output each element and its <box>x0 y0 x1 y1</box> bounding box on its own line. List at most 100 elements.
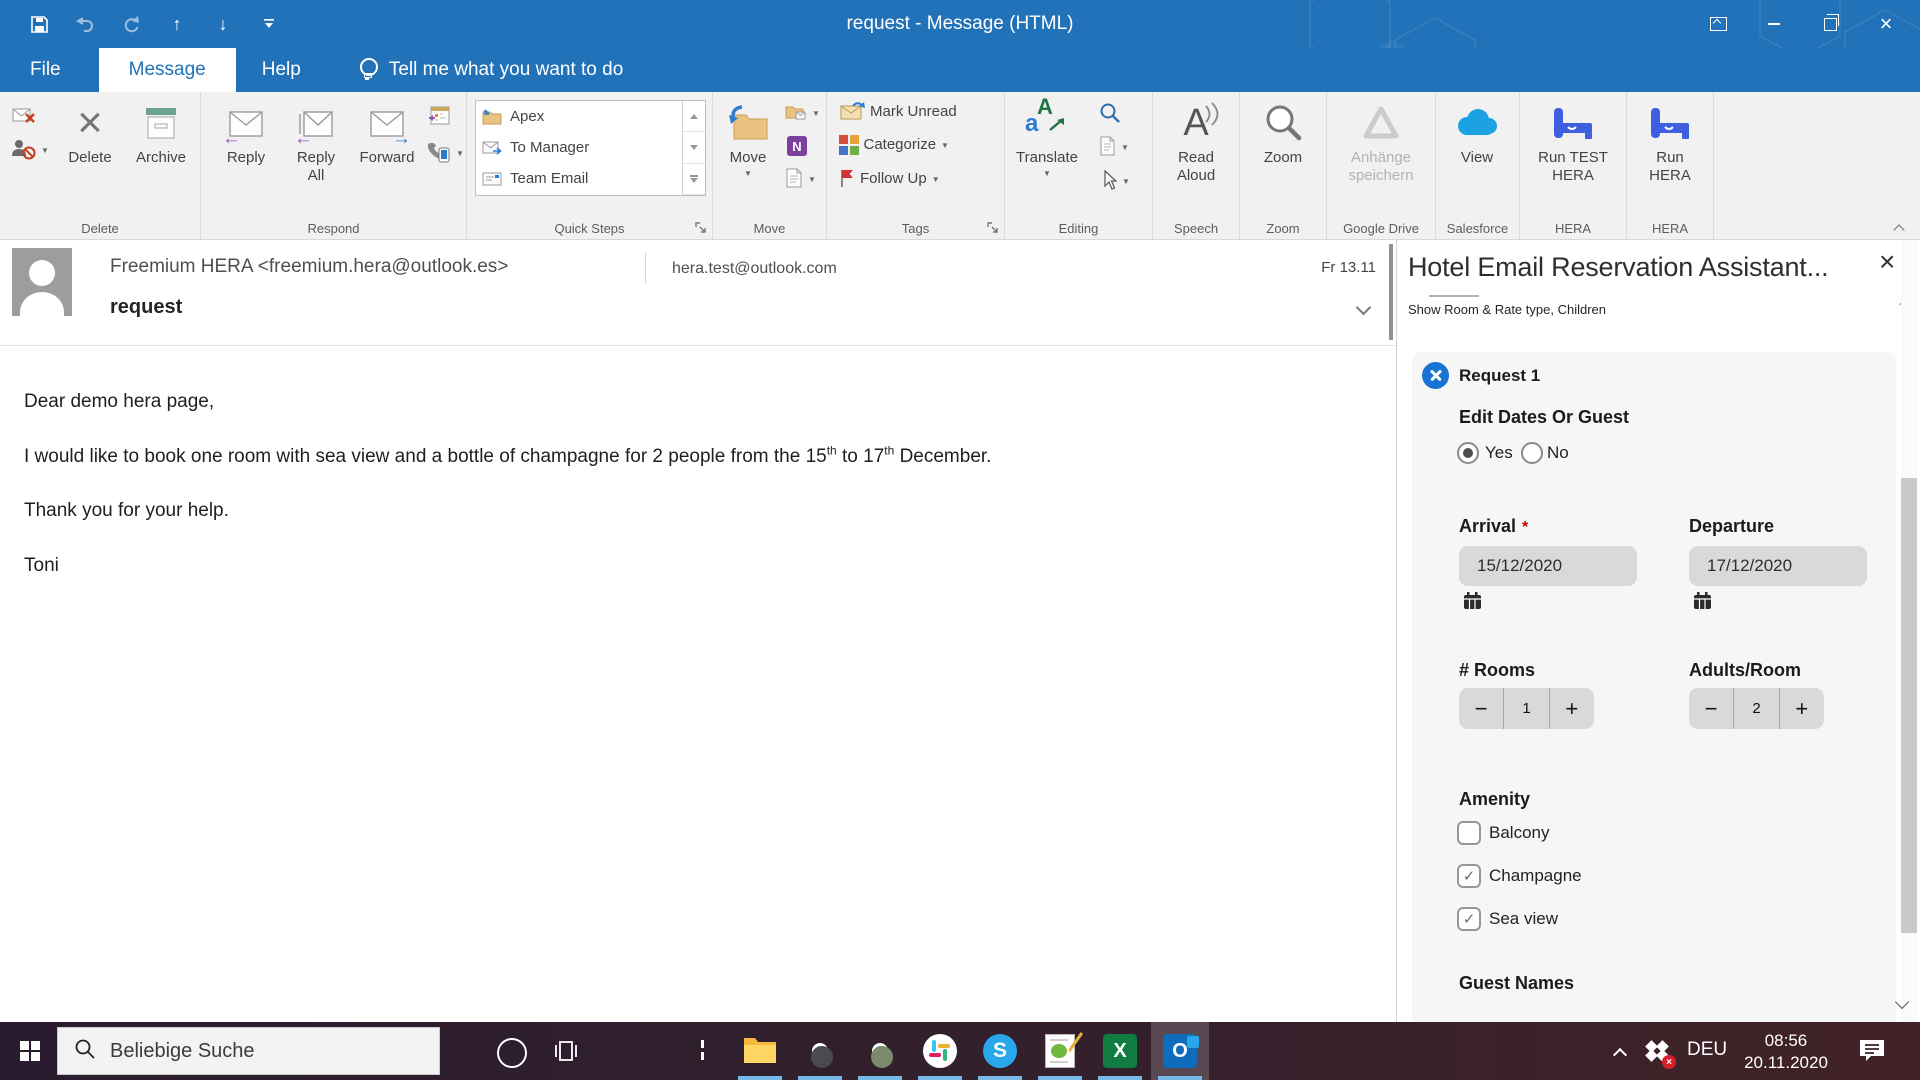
ribbon-group-respond: ← Reply ← Reply All → Forward ▼ Respond <box>201 92 467 239</box>
undo-icon[interactable] <box>74 13 96 35</box>
close-window-button[interactable]: × <box>1858 0 1914 48</box>
hera-bed-icon <box>1649 100 1691 146</box>
taskbar-file-explorer[interactable] <box>731 1022 789 1080</box>
read-aloud-button[interactable]: A Read Aloud <box>1161 96 1231 184</box>
rooms-increment-button[interactable]: + <box>1550 688 1594 729</box>
panel-scrollbar-thumb[interactable] <box>1901 478 1917 933</box>
task-view-button[interactable] <box>552 1038 580 1064</box>
run-test-hera-button[interactable]: Run TEST HERA <box>1528 96 1618 184</box>
minimize-button[interactable] <box>1746 0 1802 48</box>
tab-message[interactable]: Message <box>98 48 236 92</box>
rules-button[interactable]: ▼ <box>785 104 820 120</box>
forward-button[interactable]: → Forward <box>351 96 423 167</box>
taskbar-search-input[interactable]: Beliebige Suche <box>57 1027 440 1075</box>
radio-no-label[interactable]: No <box>1547 443 1569 463</box>
collapse-ribbon-chevron[interactable] <box>1894 225 1906 233</box>
email-sender[interactable]: Freemium HERA <freemium.hera@outlook.es> <box>110 256 508 278</box>
select-button[interactable]: ▼ <box>1101 170 1130 190</box>
related-button[interactable]: ▼ <box>1099 136 1129 156</box>
delete-button[interactable]: × Delete <box>58 96 122 167</box>
expand-header-chevron[interactable] <box>1356 302 1374 314</box>
message-scrollbar-thumb[interactable] <box>1389 244 1393 340</box>
checkbox-balcony-label[interactable]: Balcony <box>1489 823 1549 843</box>
adults-increment-button[interactable]: + <box>1780 688 1824 729</box>
translate-button[interactable]: A a Translate ▼ <box>1009 94 1085 178</box>
tab-help[interactable]: Help <box>240 48 323 92</box>
more-move-actions-button[interactable]: ▼ <box>785 168 816 188</box>
meeting-button[interactable] <box>427 104 451 126</box>
rooms-stepper: − 1 + <box>1459 688 1594 729</box>
tab-file[interactable]: File <box>8 48 83 92</box>
taskbar-chrome-2[interactable] <box>851 1022 909 1080</box>
radio-yes-label[interactable]: Yes <box>1485 443 1513 463</box>
taskbar-skype[interactable]: S <box>971 1022 1029 1080</box>
ignore-button[interactable] <box>12 106 36 124</box>
rooms-decrement-button[interactable]: − <box>1459 688 1503 729</box>
panel-close-icon[interactable]: × <box>1879 248 1895 276</box>
gallery-scroll-up[interactable] <box>683 101 705 133</box>
panel-subtitle[interactable]: Show Room & Rate type, Children <box>1408 302 1606 317</box>
radio-no[interactable] <box>1521 442 1543 464</box>
adults-decrement-button[interactable]: − <box>1689 688 1733 729</box>
more-move-dropdown: ▼ <box>808 174 816 184</box>
taskbar-outlook-active[interactable]: O <box>1151 1022 1209 1080</box>
onenote-button[interactable]: N <box>787 136 807 156</box>
block-sender-button[interactable]: ▼ <box>10 138 49 160</box>
departure-calendar-icon[interactable] <box>1693 592 1712 610</box>
taskbar-notepad-plus[interactable] <box>1031 1022 1089 1080</box>
departure-date-input[interactable]: 17/12/2020 <box>1689 546 1867 586</box>
checkbox-champagne[interactable]: ✓ <box>1457 864 1481 888</box>
quick-step-apex[interactable]: Apex <box>476 101 682 132</box>
taskbar-slack[interactable] <box>911 1022 969 1080</box>
more-respond-actions-button[interactable]: ▼ <box>425 140 464 164</box>
arrival-calendar-icon[interactable] <box>1463 592 1482 610</box>
action-center-button[interactable] <box>1857 1038 1887 1064</box>
follow-up-button[interactable]: Follow Up ▼ <box>839 168 940 188</box>
tray-show-hidden-icons-chevron[interactable] <box>1612 1048 1628 1058</box>
zoom-button[interactable]: Zoom <box>1248 96 1318 167</box>
arrival-date-input[interactable]: 15/12/2020 <box>1459 546 1637 586</box>
reply-button[interactable]: ← Reply <box>213 96 279 167</box>
save-icon[interactable] <box>28 13 50 35</box>
panel-scroll-down-chevron[interactable] <box>1895 997 1911 1009</box>
radio-yes[interactable] <box>1457 442 1479 464</box>
group-label-salesforce: Salesforce <box>1446 221 1509 236</box>
tags-dialog-launcher[interactable] <box>986 221 1000 235</box>
start-button[interactable] <box>0 1022 60 1080</box>
tray-language-indicator[interactable]: DEU <box>1687 1039 1727 1061</box>
quick-steps-dialog-launcher[interactable] <box>694 221 708 235</box>
checkbox-champagne-label[interactable]: Champagne <box>1489 866 1582 886</box>
taskbar-excel[interactable]: X <box>1091 1022 1149 1080</box>
email-date: Fr 13.11 <box>1321 259 1376 276</box>
categorize-button[interactable]: Categorize ▼ <box>839 135 949 155</box>
gallery-scroll-down[interactable] <box>683 132 705 164</box>
tell-me-box[interactable]: Tell me what you want to do <box>357 48 623 92</box>
checkbox-balcony[interactable] <box>1457 821 1481 845</box>
tray-clock[interactable]: 08:56 20.11.2020 <box>1730 1030 1842 1074</box>
running-indicator <box>978 1076 1022 1080</box>
taskbar-chrome-1[interactable] <box>791 1022 849 1080</box>
ribbon-display-options-button[interactable] <box>1690 0 1746 48</box>
checkbox-sea-view-label[interactable]: Sea view <box>1489 909 1558 929</box>
mark-unread-button[interactable]: Mark Unread <box>839 102 957 120</box>
quick-step-team-email[interactable]: Team Email <box>476 163 682 194</box>
next-item-icon[interactable]: ↓ <box>212 13 234 35</box>
redo-icon[interactable] <box>120 13 142 35</box>
remove-request-icon[interactable] <box>1422 362 1449 389</box>
quick-step-to-manager[interactable]: To Manager <box>476 132 682 163</box>
previous-item-icon[interactable]: ↑ <box>166 13 188 35</box>
move-button[interactable]: Move ▼ <box>717 96 779 178</box>
cortana-button[interactable] <box>497 1038 527 1068</box>
checkbox-sea-view[interactable]: ✓ <box>1457 907 1481 931</box>
restore-button[interactable] <box>1802 0 1858 48</box>
ribbon-group-google-drive: Anhänge speichern Google Drive <box>1327 92 1436 239</box>
archive-button[interactable]: Archive <box>126 96 196 167</box>
salesforce-view-button[interactable]: View <box>1442 96 1512 167</box>
email-recipient[interactable]: hera.test@outlook.com <box>672 260 837 278</box>
gallery-more[interactable] <box>683 164 705 195</box>
find-button[interactable] <box>1099 102 1121 124</box>
reply-all-button[interactable]: ← Reply All <box>283 96 349 184</box>
dropbox-tray-icon[interactable]: × <box>1644 1040 1676 1069</box>
run-hera-button[interactable]: Run HERA <box>1635 96 1705 184</box>
customize-qat-icon[interactable] <box>258 13 280 35</box>
